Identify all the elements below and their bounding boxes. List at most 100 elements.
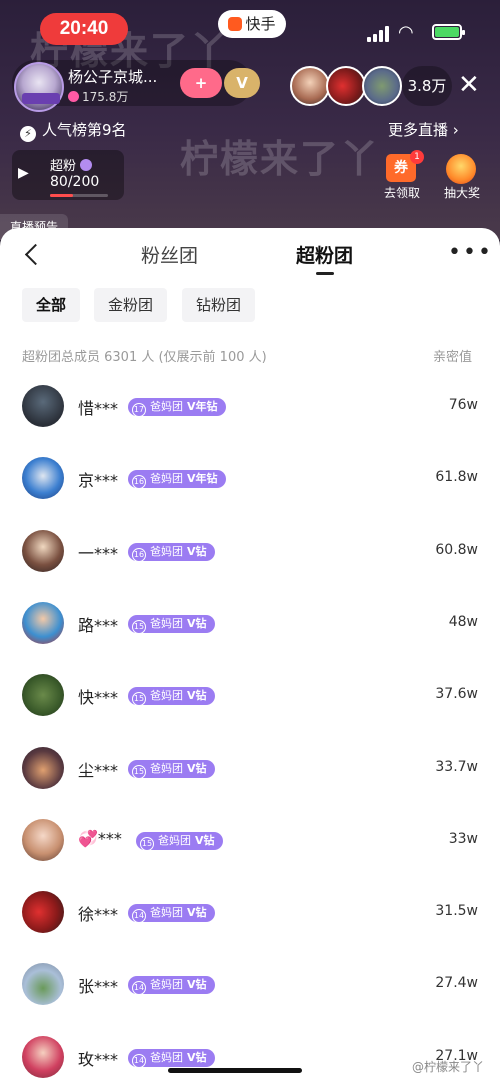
viewer-count[interactable]: 3.8万: [402, 66, 452, 106]
progress-fill: [50, 194, 74, 197]
viewer-avatar[interactable]: [290, 66, 330, 106]
member-summary: 超粉团总成员 6301 人 (仅展示前 100 人): [22, 350, 267, 365]
wifi-icon: ◠: [398, 22, 414, 43]
level-badge: 14: [132, 909, 146, 924]
battery-icon: [432, 24, 465, 40]
member-name: 京***: [78, 471, 119, 491]
filter-diamond[interactable]: 钻粉团: [182, 288, 256, 322]
avatar[interactable]: [22, 746, 64, 789]
tab-fan-club[interactable]: 粉丝团: [141, 241, 198, 268]
live-room-background: 柠檬来了丫 柠檬来了丫 20:40 快手 ◠ 杨公子京城... 175.8万 +…: [0, 0, 500, 240]
vip-badge: V钻: [187, 616, 207, 630]
status-bar: 20:40 快手 ◠: [0, 0, 500, 56]
member-name: 路***: [78, 615, 119, 635]
vip-badge: V钻: [187, 978, 207, 992]
avatar[interactable]: [22, 385, 64, 427]
avatar[interactable]: [22, 1035, 64, 1078]
group-label: 爸妈团: [150, 616, 183, 630]
more-options-icon[interactable]: •••: [448, 240, 493, 265]
anchor-info-card[interactable]: 杨公子京城... 175.8万 + V: [12, 60, 260, 112]
superfan-progress-card[interactable]: ▶ 超粉 80/200: [12, 150, 124, 200]
avatar[interactable]: [22, 457, 64, 500]
member-row[interactable]: 张*** 14 爸妈团 V钻 27.4w: [0, 963, 500, 1035]
anchor-likes: 175.8万: [68, 88, 128, 105]
member-name: 💞***: [78, 828, 122, 848]
lottery-label: 抽大奖: [443, 186, 480, 200]
viewer-avatars[interactable]: [290, 66, 404, 106]
member-row[interactable]: 徐*** 14 爸妈团 V钻 31.5w: [0, 891, 500, 963]
back-arrow-icon[interactable]: [22, 244, 44, 266]
status-time: 20:40: [40, 13, 128, 45]
group-label: 爸妈团: [150, 689, 183, 703]
play-icon: ▶: [18, 165, 29, 181]
heart-icon: [68, 91, 79, 102]
more-live-label: 更多直播 ›: [388, 121, 459, 139]
vip-badge: V钻: [187, 761, 207, 775]
more-live-link[interactable]: 更多直播 ›: [388, 118, 459, 142]
member-row[interactable]: 尘*** 15 爸妈团 V钻 33.7w: [0, 746, 500, 819]
member-row[interactable]: 路*** 15 爸妈团 V钻 48w: [0, 601, 500, 674]
member-row[interactable]: 快*** 15 爸妈团 V钻 37.6w: [0, 674, 500, 746]
avatar[interactable]: [22, 674, 64, 717]
avatar[interactable]: [22, 529, 64, 572]
intimacy-value: 61.8w: [435, 469, 478, 486]
follow-button[interactable]: +: [180, 68, 222, 98]
member-row[interactable]: 京*** 16 爸妈团 V年钻 61.8w: [0, 457, 500, 529]
level-badge: 16: [132, 475, 146, 490]
anchor-name: 杨公子京城...: [68, 68, 158, 86]
coupon-label: 去领取: [383, 186, 420, 200]
vip-badge: V钻: [187, 906, 207, 920]
fan-club-badge: 17 爸妈团 V年钻: [128, 398, 226, 417]
close-icon[interactable]: ✕: [458, 70, 480, 100]
lottery-icon: [446, 154, 476, 184]
viewer-avatar[interactable]: [362, 66, 402, 106]
group-label: 爸妈团: [150, 400, 183, 413]
avatar[interactable]: [22, 601, 64, 644]
member-row[interactable]: 💞*** 15 爸妈团 V钻 33w: [0, 818, 500, 891]
viewer-avatar[interactable]: [326, 66, 366, 106]
member-name: 一***: [78, 543, 119, 563]
rank-text: 人气榜第9名: [42, 121, 127, 139]
filter-gold[interactable]: 金粉团: [94, 288, 168, 322]
intimacy-value: 27.4w: [435, 975, 478, 992]
fan-club-badge: 15 爸妈团 V钻: [136, 831, 223, 851]
rank-icon: ⚡: [20, 126, 36, 142]
vip-badge: V钻: [195, 833, 215, 847]
vip-badge: V钻: [187, 689, 207, 703]
member-name: 惜***: [78, 399, 119, 418]
fan-club-sheet: 粉丝团 超粉团 ••• 全部 金粉团 钻粉团 超粉团总成员 6301 人 (仅展…: [0, 228, 500, 1082]
member-name: 玫***: [78, 1049, 119, 1069]
member-row[interactable]: 一*** 16 爸妈团 V钻 60.8w: [0, 529, 500, 602]
tab-superfan-club[interactable]: 超粉团: [296, 241, 353, 268]
intimacy-value: 37.6w: [435, 686, 478, 703]
filter-all[interactable]: 全部: [22, 288, 81, 322]
avatar[interactable]: [22, 963, 64, 1006]
level-badge: 14: [132, 1053, 146, 1068]
home-indicator[interactable]: [168, 1068, 302, 1073]
anchor-avatar[interactable]: [14, 62, 64, 112]
vip-join-button[interactable]: V: [224, 68, 260, 98]
coupon-badge: 1: [410, 150, 424, 164]
app-indicator[interactable]: 快手: [218, 10, 286, 38]
fan-club-badge: 16 爸妈团 V年钻: [128, 470, 226, 490]
intimacy-value: 48w: [448, 613, 478, 630]
fan-club-badge: 14 爸妈团 V钻: [128, 904, 215, 924]
lottery-button[interactable]: 抽大奖: [440, 152, 484, 200]
fan-club-badge: 14 爸妈团 V钻: [128, 976, 215, 996]
intimacy-value: 60.8w: [435, 541, 478, 558]
vip-badge: V钻: [187, 544, 207, 558]
group-label: 爸妈团: [150, 544, 183, 558]
level-badge: 15: [132, 619, 146, 634]
kuaishou-logo-icon: [228, 17, 243, 31]
coupon-button[interactable]: 券 1 去领取: [378, 150, 424, 200]
level-badge: 15: [132, 764, 146, 779]
group-label: 爸妈团: [150, 472, 183, 486]
member-name: 徐***: [78, 905, 119, 925]
intimacy-value: 76w: [448, 397, 478, 413]
superfan-label: 超粉: [50, 155, 93, 174]
popularity-rank[interactable]: ⚡ 人气榜第9名: [20, 118, 127, 142]
avatar[interactable]: [22, 891, 64, 934]
member-row[interactable]: 惜*** 17 爸妈团 V年钻 76w: [0, 385, 500, 457]
avatar[interactable]: [22, 818, 64, 861]
intimacy-value: 33w: [448, 830, 478, 847]
